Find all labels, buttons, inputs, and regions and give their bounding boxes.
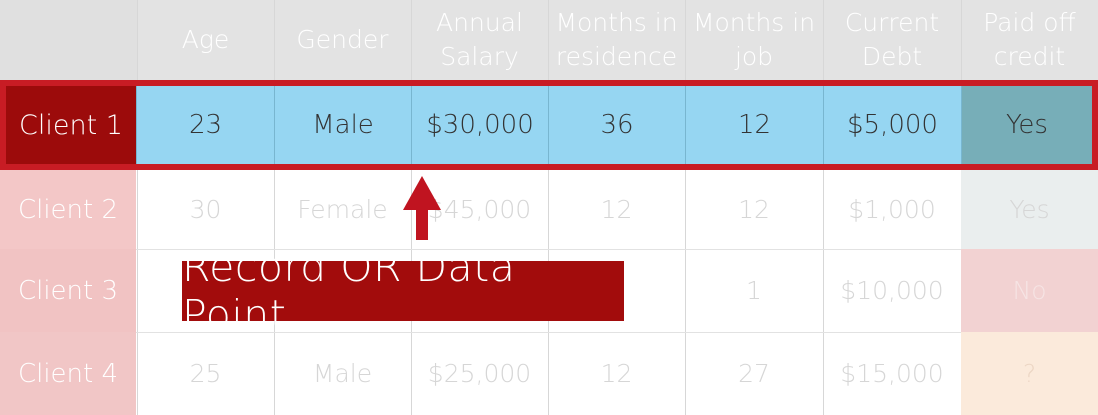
- header-annual-salary: Annual Salary: [411, 0, 548, 80]
- table-cell: 27: [738, 359, 770, 388]
- table-cell: No: [961, 249, 1098, 332]
- header-gender: Gender: [274, 0, 411, 80]
- table-cell: 1: [746, 276, 762, 305]
- table-cell: $25,000: [427, 359, 532, 388]
- header-age: Age: [137, 0, 274, 80]
- table-cell: $10,000: [840, 276, 944, 305]
- table-cell: Yes: [961, 170, 1098, 249]
- row-label-client-3: Client 3: [0, 249, 136, 332]
- table-cell: 12: [600, 195, 633, 224]
- header-months-in-job: Months in job: [685, 0, 823, 80]
- table-cell: ?: [961, 332, 1098, 415]
- table-cell: 30: [189, 195, 222, 224]
- table-cell: 12: [600, 359, 633, 388]
- row-label-client-2: Client 2: [0, 170, 136, 249]
- record-callout: Record OR Data Point: [182, 243, 624, 339]
- header-corner: [0, 0, 137, 80]
- record-highlight-outline: [0, 80, 1098, 170]
- table-cell: 25: [189, 359, 222, 388]
- table-cell: Male: [312, 359, 373, 388]
- table-cell: $15,000: [840, 359, 944, 388]
- header-current-debt: Current Debt: [823, 0, 961, 80]
- header-months-in-residence: Months in residence: [548, 0, 685, 80]
- table-cell: $1,000: [848, 195, 936, 224]
- up-arrow-icon: [403, 176, 441, 210]
- row-label-client-4: Client 4: [0, 332, 136, 415]
- arrow-shaft: [416, 206, 428, 240]
- header-paid-off-credit: Paid off credit: [961, 0, 1098, 80]
- table-cell: Female: [297, 195, 388, 224]
- table-cell: 12: [738, 195, 770, 224]
